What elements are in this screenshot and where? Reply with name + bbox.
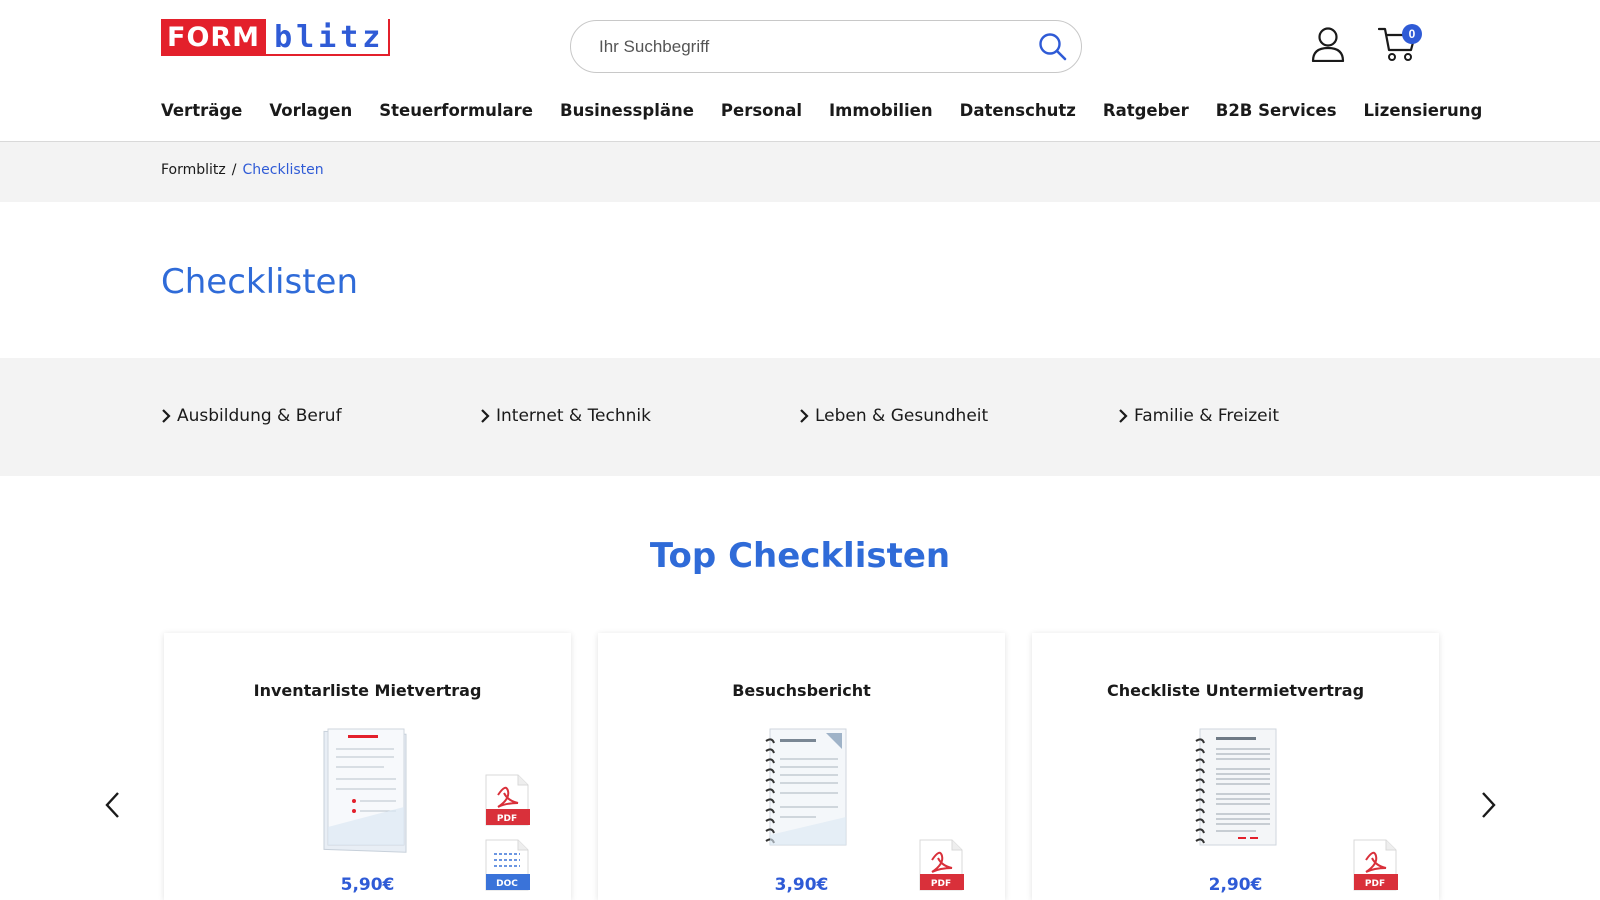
category-leben-gesundheit[interactable]: Leben & Gesundheit — [799, 406, 988, 426]
nav-item-businessplaene[interactable]: Businesspläne — [560, 101, 694, 120]
nav-item-ratgeber[interactable]: Ratgeber — [1103, 101, 1189, 120]
chevron-right-icon — [162, 409, 171, 423]
page-title: Checklisten — [161, 262, 358, 302]
carousel-prev-button[interactable] — [103, 790, 123, 820]
product-price: 3,90€ — [774, 875, 829, 895]
category-label: Familie & Freizeit — [1134, 406, 1279, 426]
main-nav: Verträge Vorlagen Steuerformulare Busine… — [161, 101, 1482, 120]
search-input[interactable] — [599, 35, 1019, 59]
nav-item-steuerformulare[interactable]: Steuerformulare — [379, 101, 533, 120]
category-internet-technik[interactable]: Internet & Technik — [480, 406, 651, 426]
search-bar — [570, 20, 1082, 73]
nav-item-vertraege[interactable]: Verträge — [161, 101, 242, 120]
product-title[interactable]: Besuchsbericht — [598, 681, 1005, 700]
carousel-next-button[interactable] — [1478, 790, 1498, 820]
category-label: Ausbildung & Beruf — [177, 406, 342, 426]
category-label: Leben & Gesundheit — [815, 406, 989, 426]
category-ausbildung-beruf[interactable]: Ausbildung & Beruf — [161, 406, 342, 426]
section-title: Top Checklisten — [649, 536, 951, 576]
breadcrumb: Formblitz / Checklisten — [161, 162, 324, 178]
category-label: Internet & Technik — [496, 406, 651, 426]
product-title[interactable]: Inventarliste Mietvertrag — [164, 681, 571, 700]
nav-item-immobilien[interactable]: Immobilien — [829, 101, 933, 120]
pdf-format-icon: PDF — [485, 774, 530, 826]
category-familie-freizeit[interactable]: Familie & Freizeit — [1118, 406, 1279, 426]
chevron-right-icon — [481, 409, 490, 423]
search-button[interactable] — [1037, 31, 1069, 63]
search-icon — [1039, 33, 1067, 61]
category-bar: Ausbildung & Beruf Internet & Technik Le… — [0, 358, 1600, 476]
logo-form-text: FORM — [161, 19, 267, 56]
user-icon[interactable] — [1311, 26, 1345, 62]
product-card[interactable]: Checkliste Untermietvertrag PDF 2,90€ — [1032, 633, 1439, 900]
document-thumbnail — [765, 728, 847, 846]
breadcrumb-separator: / — [231, 162, 237, 178]
product-title[interactable]: Checkliste Untermietvertrag — [1032, 681, 1439, 700]
nav-item-personal[interactable]: Personal — [721, 101, 802, 120]
breadcrumb-current[interactable]: Checklisten — [243, 162, 324, 178]
product-price: 2,90€ — [1208, 875, 1263, 895]
nav-item-b2b-services[interactable]: B2B Services — [1216, 101, 1337, 120]
formblitz-logo[interactable]: FORM blitz — [161, 19, 391, 56]
nav-item-datenschutz[interactable]: Datenschutz — [960, 101, 1076, 120]
nav-item-vorlagen[interactable]: Vorlagen — [269, 101, 352, 120]
site-header: FORM blitz 0 Verträge Vorlagen Steuerfor… — [0, 0, 1600, 142]
cart-count-badge: 0 — [1402, 24, 1422, 44]
product-card[interactable]: Inventarliste Mietvertrag PDF DOC 5,90€ — [164, 633, 571, 900]
product-card[interactable]: Besuchsbericht PDF 3,90€ — [598, 633, 1005, 900]
breadcrumb-root[interactable]: Formblitz — [161, 162, 226, 178]
nav-item-lizensierung[interactable]: Lizensierung — [1364, 101, 1483, 120]
breadcrumb-bar: Formblitz / Checklisten — [0, 142, 1600, 202]
svg-text:PDF: PDF — [497, 814, 517, 824]
product-price: 5,90€ — [340, 875, 395, 895]
logo-blitz-text: blitz — [266, 19, 391, 56]
chevron-right-icon — [1119, 409, 1128, 423]
chevron-right-icon — [800, 409, 809, 423]
document-thumbnail — [323, 728, 407, 853]
document-thumbnail — [1195, 728, 1277, 846]
